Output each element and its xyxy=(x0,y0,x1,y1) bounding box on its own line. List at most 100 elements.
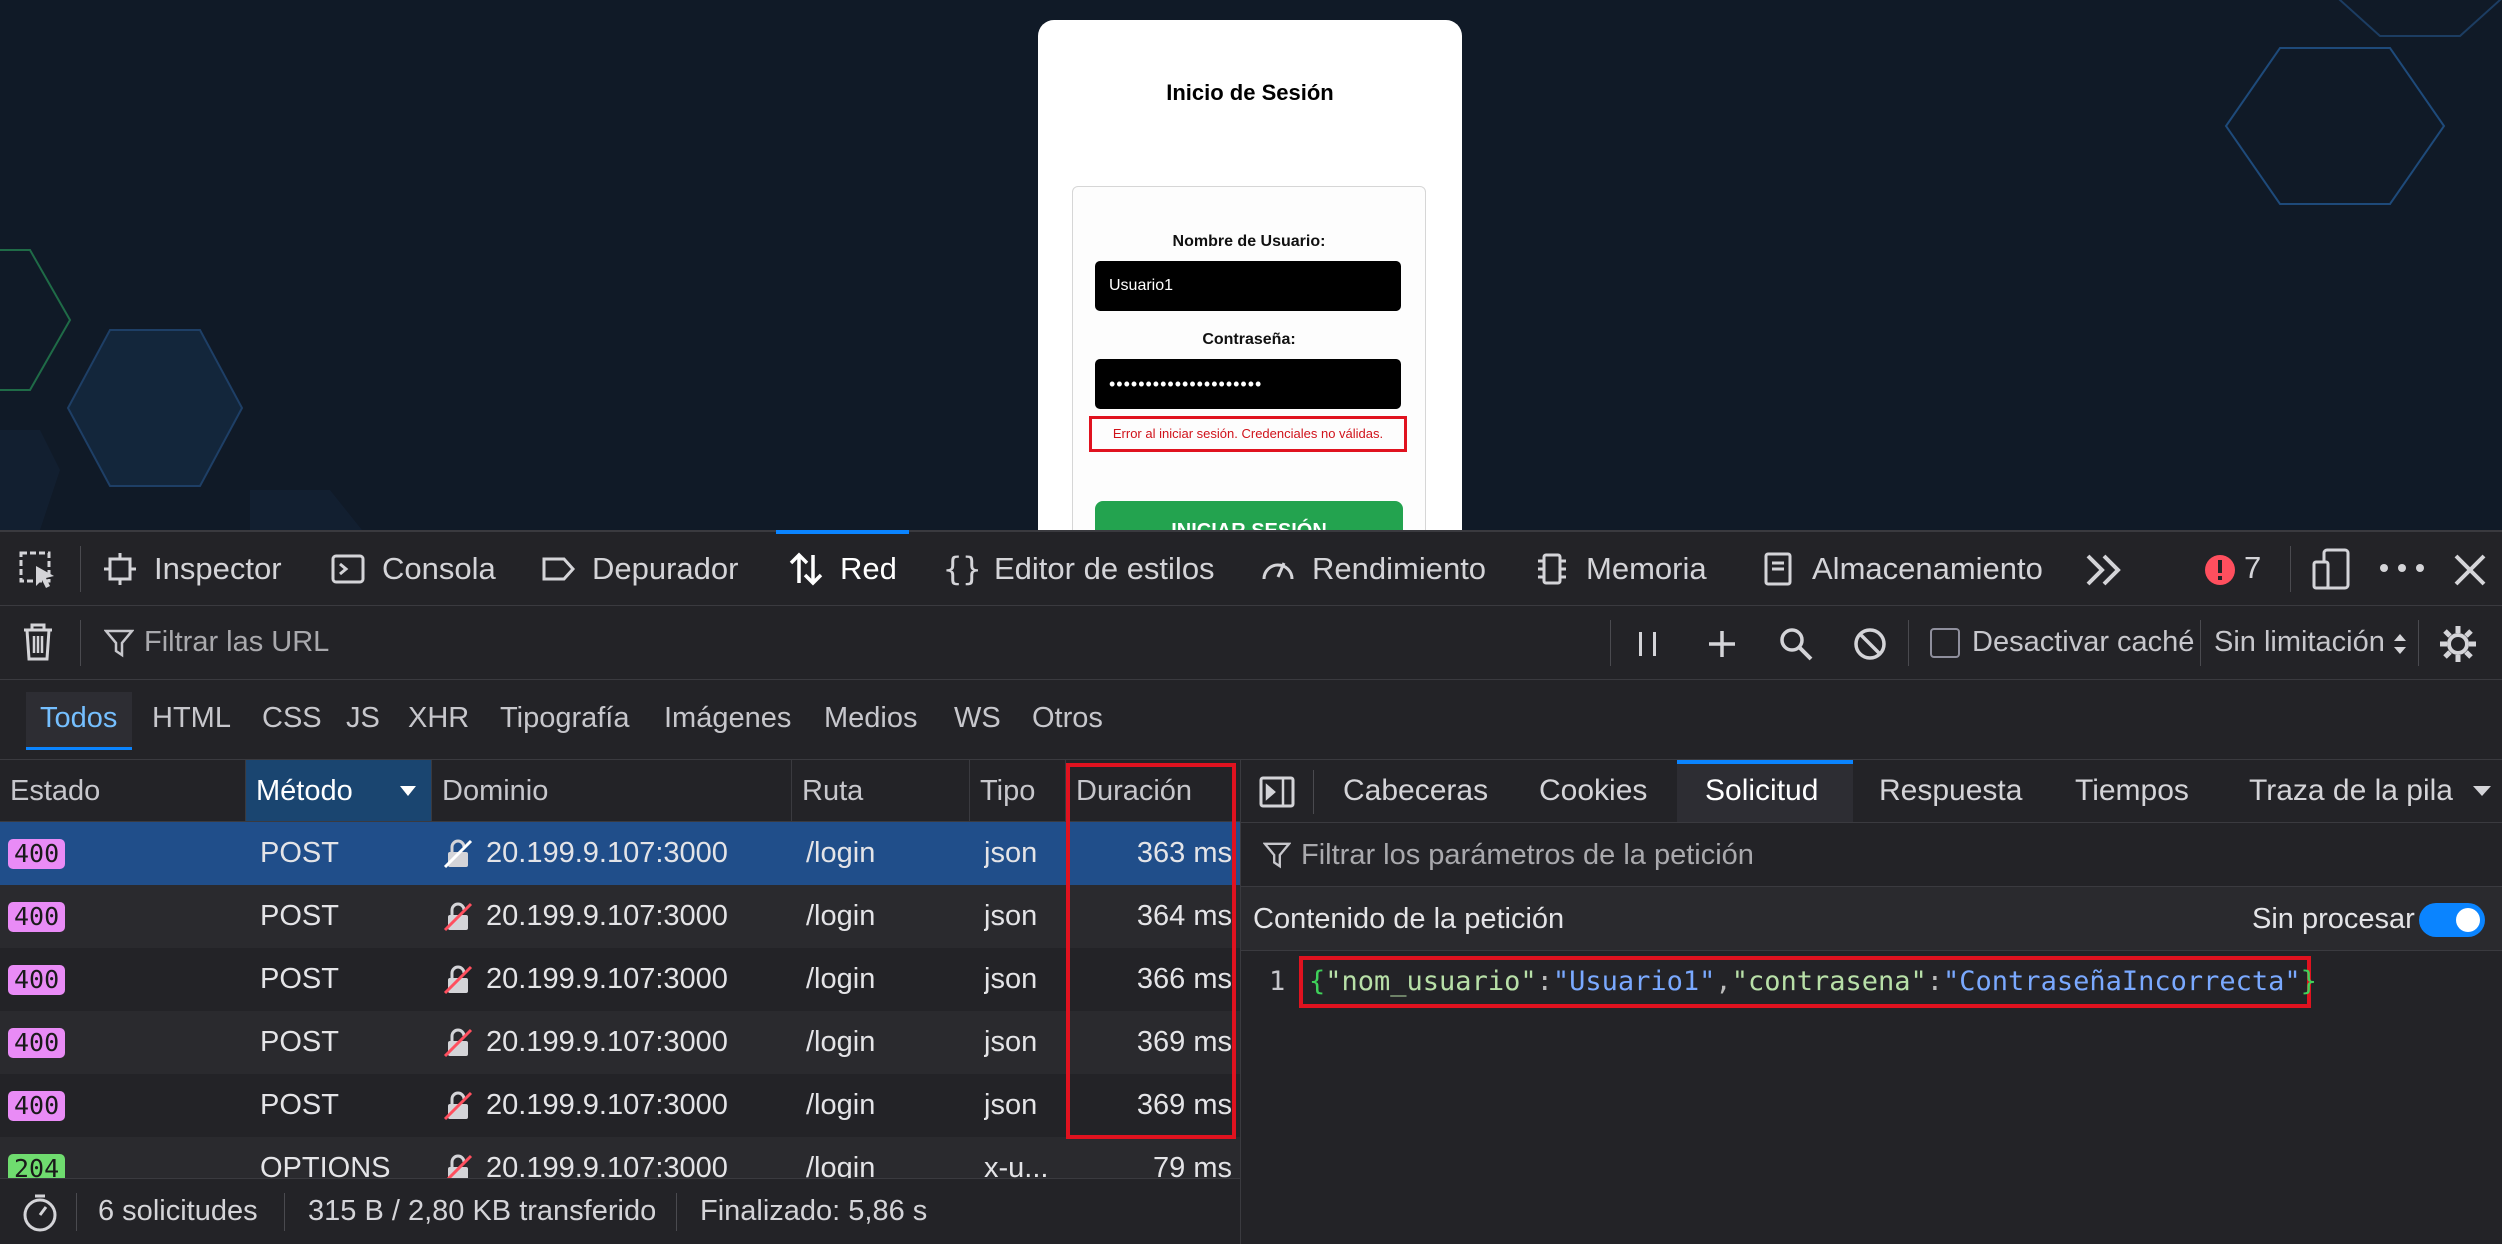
type-filter-ws[interactable]: WS xyxy=(954,702,1001,735)
type-filter-js[interactable]: JS xyxy=(346,702,380,735)
disable-cache-label: Desactivar caché xyxy=(1972,626,2195,658)
status-badge: 204 xyxy=(8,1154,66,1178)
toggle-sidebar-icon[interactable] xyxy=(1259,776,1295,808)
more-options-icon[interactable] xyxy=(2378,558,2426,578)
params-filter-input[interactable]: Filtrar los parámetros de la petición xyxy=(1301,839,1754,872)
status-badge: 400 xyxy=(8,902,66,932)
tab-inspector[interactable]: Inspector xyxy=(102,532,282,606)
type-filter-css[interactable]: CSS xyxy=(262,702,322,735)
tab-performance[interactable]: Rendimiento xyxy=(1260,532,1486,606)
tab-console[interactable]: Consola xyxy=(330,532,496,606)
chevron-down-icon[interactable] xyxy=(2471,784,2493,798)
disable-cache-checkbox[interactable] xyxy=(1930,628,1960,658)
insecure-lock-icon xyxy=(443,1028,473,1058)
transferred-size: 315 B / 2,80 KB transferido xyxy=(308,1195,657,1227)
tab-style-editor[interactable]: {} Editor de estilos xyxy=(942,532,1215,606)
error-count-icon[interactable] xyxy=(2204,554,2236,586)
table-row[interactable]: 400 POST 20.199.9.107:3000/login json 366 ms xyxy=(0,948,1240,1011)
insecure-lock-icon xyxy=(443,1091,473,1121)
domain-text: 20.199.9.107:3000 xyxy=(486,1152,728,1178)
column-header-method[interactable]: Método xyxy=(246,760,432,822)
add-icon[interactable] xyxy=(1706,628,1738,660)
insecure-lock-icon xyxy=(447,1154,473,1178)
tab-storage[interactable]: Almacenamiento xyxy=(1760,532,2043,606)
side-tab-cookies[interactable]: Cookies xyxy=(1539,760,1647,822)
raw-toggle[interactable] xyxy=(2419,903,2485,937)
status-badge: 400 xyxy=(8,965,66,995)
close-icon[interactable] xyxy=(2452,552,2488,588)
side-tab-response[interactable]: Respuesta xyxy=(1879,760,2022,822)
storage-icon xyxy=(1764,552,1792,586)
type-filter-html[interactable]: HTML xyxy=(152,702,231,735)
column-header-domain[interactable]: Dominio xyxy=(432,760,792,822)
insecure-lock-icon xyxy=(443,902,473,932)
debugger-icon xyxy=(542,557,576,581)
type-cell: json xyxy=(984,1026,1038,1058)
status-cell: 400 xyxy=(8,1074,66,1137)
request-type-filters: Todos HTML CSS JS XHR Tipografía Imágene… xyxy=(0,680,2502,760)
table-row[interactable]: 400 POST 20.199.9.107:3000/login json 369 ms xyxy=(0,1074,1240,1137)
side-tab-headers[interactable]: Cabeceras xyxy=(1343,760,1488,822)
panel-splitter[interactable] xyxy=(1240,760,1241,1244)
type-filter-all[interactable]: Todos xyxy=(40,702,117,735)
type-filter-images[interactable]: Imágenes xyxy=(664,702,791,735)
method-cell: POST xyxy=(260,1089,339,1121)
request-details-panel: Cabeceras Cookies Solicitud Respuesta Ti… xyxy=(1241,760,2502,1244)
gear-icon[interactable] xyxy=(2438,624,2478,664)
column-header-type[interactable]: Tipo xyxy=(970,760,1066,822)
login-button[interactable]: INICIAR SESIÓN xyxy=(1095,501,1403,530)
password-input[interactable]: ••••••••••••••••••••• xyxy=(1095,359,1401,409)
more-tools-chevron-icon[interactable] xyxy=(2084,552,2124,588)
style-editor-icon: {} xyxy=(943,551,978,587)
tab-style-editor-label: Editor de estilos xyxy=(994,551,1215,586)
tab-memory[interactable]: Memoria xyxy=(1534,532,1707,606)
username-input[interactable]: Usuario1 xyxy=(1095,261,1401,311)
table-row[interactable]: 400 POST 20.199.9.107:3000/login json 369 ms xyxy=(0,1011,1240,1074)
trash-icon[interactable] xyxy=(20,622,56,662)
url-filter-input[interactable]: Filtrar las URL xyxy=(144,626,329,659)
filter-separator xyxy=(1610,620,1611,666)
table-row[interactable]: 204 OPTIONS 20.199.9.107:3000/login x-u... 7… xyxy=(0,1137,1240,1178)
tab-network[interactable]: Red xyxy=(776,530,909,606)
type-filter-xhr[interactable]: XHR xyxy=(408,702,469,735)
error-message: Error al iniciar sesión. Credenciales no… xyxy=(1089,416,1407,452)
json-body[interactable]: {"nom_usuario":"Usuario1","contrasena":"… xyxy=(1309,966,2317,997)
login-title: Inicio de Sesión xyxy=(1166,80,1334,105)
type-filter-fonts[interactable]: Tipografía xyxy=(500,702,630,735)
pause-icon[interactable] xyxy=(1636,630,1660,658)
toolbar-separator xyxy=(2290,546,2291,592)
domain-cell: 20.199.9.107:3000 xyxy=(442,885,728,948)
network-icon xyxy=(789,552,823,586)
side-tab-stack-trace[interactable]: Traza de la pila xyxy=(2249,760,2453,822)
stopwatch-icon[interactable] xyxy=(20,1193,60,1233)
status-cell: 204 xyxy=(8,1137,66,1178)
status-badge: 400 xyxy=(8,1028,66,1058)
method-cell: POST xyxy=(260,963,339,995)
filter-icon xyxy=(104,629,134,658)
error-count[interactable]: 7 xyxy=(2244,550,2261,586)
tab-debugger[interactable]: Depurador xyxy=(540,532,738,606)
line-number: 1 xyxy=(1269,966,1286,997)
method-cell: POST xyxy=(260,837,339,869)
console-icon xyxy=(331,554,365,584)
table-row[interactable]: 400 POST 20.199.9.107:3000/login json 364 ms xyxy=(0,885,1240,948)
request-body-title: Contenido de la petición xyxy=(1253,903,1565,935)
responsive-design-icon[interactable] xyxy=(2312,548,2352,590)
json-colon: : xyxy=(1536,966,1553,997)
side-tab-request[interactable]: Solicitud xyxy=(1705,760,1818,822)
password-label: Contraseña: xyxy=(1202,331,1296,348)
block-icon[interactable] xyxy=(1852,626,1888,662)
column-header-path[interactable]: Ruta xyxy=(792,760,970,822)
table-row[interactable]: 400 POST 20.199.9.107:3000/login json 363 ms xyxy=(0,822,1240,885)
search-icon[interactable] xyxy=(1778,626,1814,662)
performance-icon xyxy=(1262,562,1294,580)
side-tab-timings[interactable]: Tiempos xyxy=(2075,760,2189,822)
duration-highlight-box xyxy=(1066,763,1236,1139)
element-picker-icon[interactable] xyxy=(18,550,58,590)
column-header-status[interactable]: Estado xyxy=(0,760,246,822)
throttling-select[interactable]: Sin limitación xyxy=(2214,626,2385,659)
type-filter-other[interactable]: Otros xyxy=(1032,702,1103,735)
insecure-lock-icon xyxy=(443,965,473,995)
status-cell: 400 xyxy=(8,948,66,1011)
type-filter-media[interactable]: Medios xyxy=(824,702,918,735)
